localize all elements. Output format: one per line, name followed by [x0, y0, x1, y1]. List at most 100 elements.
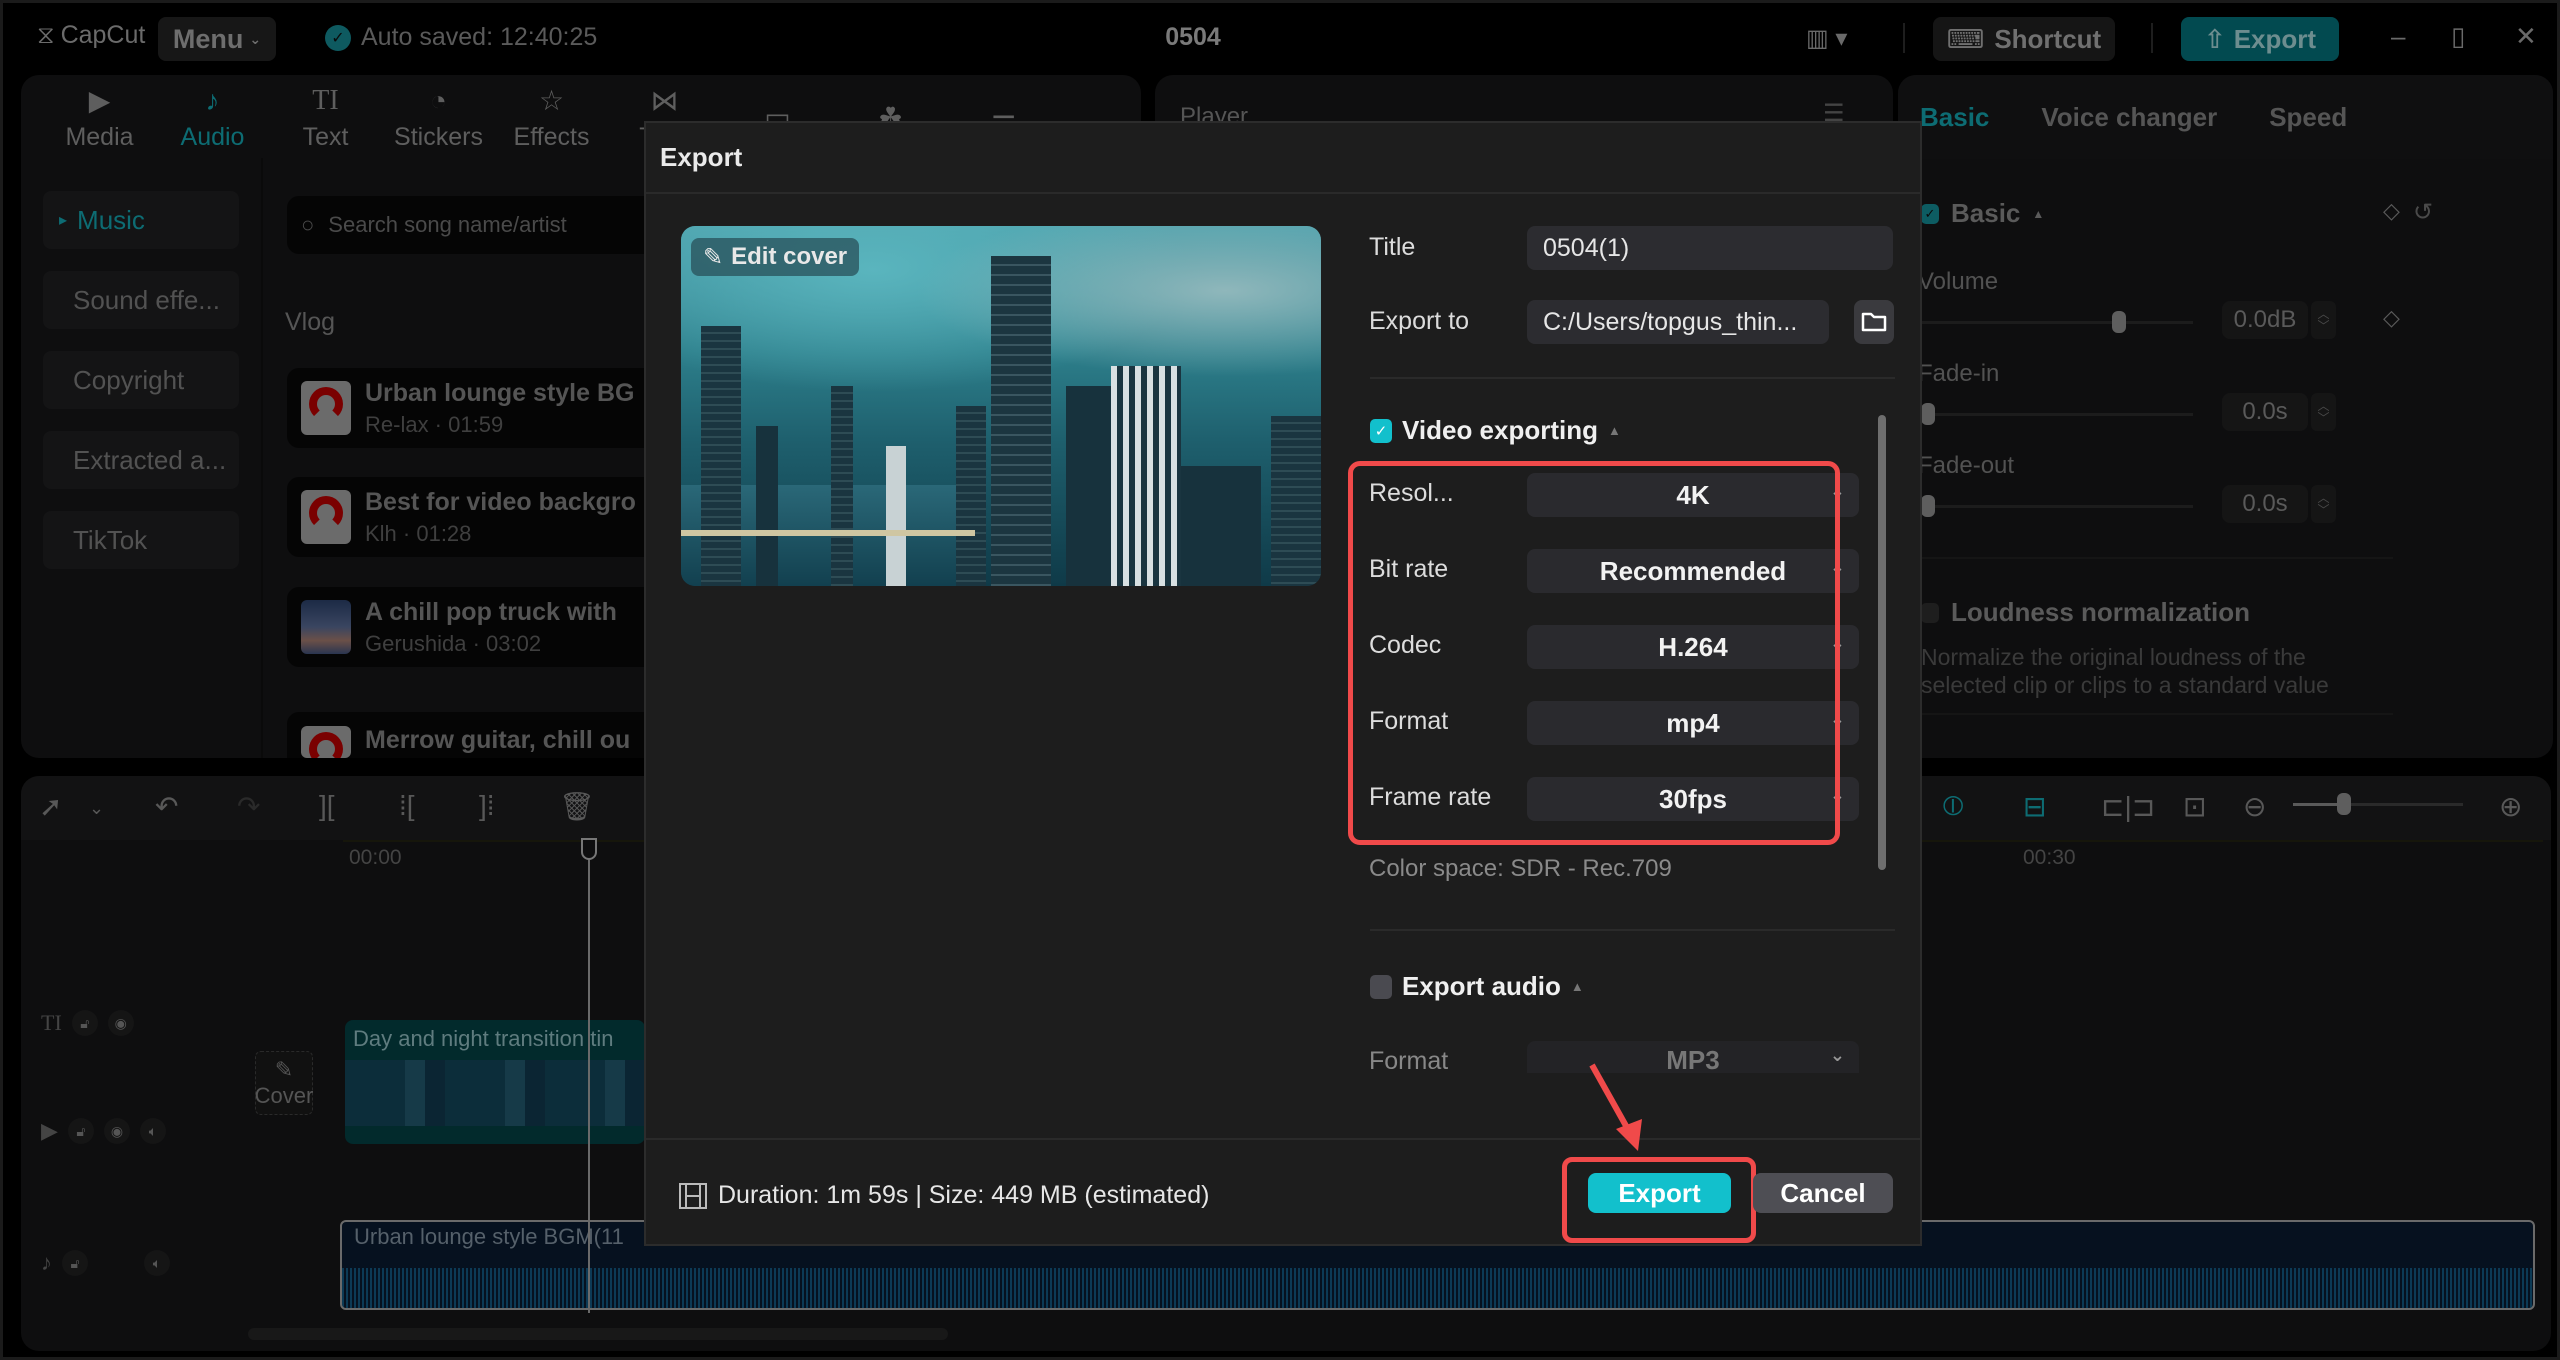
duration-info: Duration: 1m 59s | Size: 449 MB (estimat…: [678, 1181, 1209, 1210]
delete-icon[interactable]: 🗑︎: [559, 790, 595, 823]
video-clip[interactable]: Day and night transition tin: [345, 1020, 645, 1144]
browse-folder-button[interactable]: [1854, 300, 1894, 344]
tab-text[interactable]: TI Text: [269, 75, 382, 161]
fade-out-stepper[interactable]: ︿ ﹀: [2311, 485, 2336, 523]
cancel-button[interactable]: Cancel: [1753, 1173, 1893, 1213]
video-exporting-header[interactable]: ✓ Video exporting ▲: [1370, 415, 1621, 446]
tab-stickers[interactable]: ◔ Stickers: [382, 75, 495, 161]
edit-cover-button[interactable]: ✎ Edit cover: [691, 238, 860, 276]
align-icon[interactable]: ⊏|⊐: [2101, 790, 2155, 823]
chevron-down-icon[interactable]: ⌄: [89, 798, 104, 819]
volume-keyframe-icon[interactable]: ◇: [2383, 305, 2400, 331]
speaker-icon[interactable]: 🔈︎: [139, 1118, 166, 1144]
sidebar-item-extracted-audio[interactable]: Extracted a...: [43, 431, 239, 489]
timeline-zoom-thumb[interactable]: [2337, 793, 2351, 815]
fade-out-value-input[interactable]: 0.0s: [2222, 485, 2308, 523]
sidebar-item-copyright[interactable]: Copyright: [43, 351, 239, 409]
song-title: Merrow guitar, chill ou: [365, 726, 631, 754]
loudness-checkbox[interactable]: [1921, 602, 1939, 623]
duration-text: Duration: 1m 59s | Size: 449 MB (estimat…: [718, 1181, 1210, 1209]
export-audio-checkbox[interactable]: [1370, 974, 1392, 999]
cover-button[interactable]: ✎ Cover: [255, 1051, 313, 1115]
tab-speed[interactable]: Speed: [2269, 102, 2347, 133]
basic-section-header[interactable]: ✓ Basic ▲: [1921, 198, 2044, 229]
lock-icon[interactable]: 🔓︎: [62, 1250, 88, 1276]
layout-icon[interactable]: ▥ ▾: [1806, 24, 1847, 53]
menu-button[interactable]: Menu ⌄: [158, 17, 276, 61]
export-audio-header[interactable]: Export audio ▲: [1370, 971, 1584, 1002]
export-to-label: Export to: [1369, 307, 1470, 335]
sidebar-label: Copyright: [73, 364, 185, 395]
speaker-icon[interactable]: 🔈︎: [144, 1250, 170, 1276]
lock-icon[interactable]: 🔓︎: [71, 1010, 98, 1036]
split-icon[interactable]: ][: [319, 790, 335, 822]
loudness-section-header[interactable]: Loudness normalization: [1921, 597, 2250, 628]
lock-icon[interactable]: 🔓︎: [67, 1118, 94, 1144]
export-path-input[interactable]: C:/Users/topgus_thin...: [1527, 300, 1829, 344]
audio-format-select[interactable]: MP3 ⌄: [1527, 1041, 1859, 1075]
cover-building: [831, 386, 853, 586]
top-export-button[interactable]: ⇧ Export: [2181, 17, 2339, 61]
split-right-icon[interactable]: ]⁞: [479, 790, 495, 822]
export-button[interactable]: Export: [1588, 1173, 1731, 1213]
volume-slider-thumb[interactable]: [2111, 311, 2126, 333]
chevron-down-icon: ⌄: [1829, 1045, 1845, 1065]
select-tool-icon[interactable]: ➚: [39, 790, 62, 823]
fade-out-slider-thumb[interactable]: [1921, 495, 1935, 517]
divider: [1921, 713, 2393, 715]
keyframe-icon[interactable]: ◇: [2383, 198, 2400, 224]
title-input[interactable]: 0504(1): [1527, 226, 1893, 270]
tab-label: Media: [65, 122, 134, 151]
playhead[interactable]: [588, 838, 590, 1313]
ruler-label: 00:00: [349, 846, 402, 869]
tab-effects[interactable]: ☆ Effects: [495, 75, 608, 161]
timeline-scrollbar[interactable]: [248, 1328, 948, 1340]
reset-icon[interactable]: ↺: [2413, 198, 2433, 227]
search-placeholder: Search song name/artist: [328, 212, 567, 237]
fade-in-value-input[interactable]: 0.0s: [2222, 393, 2308, 431]
fade-in-slider-thumb[interactable]: [1921, 403, 1935, 425]
sidebar-item-sound-effects[interactable]: Sound effe...: [43, 271, 239, 329]
eye-icon[interactable]: ◉: [107, 1010, 134, 1036]
preview-axis-icon[interactable]: ⊡: [2183, 790, 2206, 823]
minimize-icon[interactable]: –: [2391, 21, 2405, 52]
zoom-out-icon[interactable]: ⊖: [2243, 790, 2266, 823]
close-icon[interactable]: ✕: [2515, 21, 2537, 52]
tab-voice-changer[interactable]: Voice changer: [2041, 102, 2217, 133]
volume-value-input[interactable]: 0.0dB: [2222, 301, 2308, 339]
split-left-icon[interactable]: ⁞[: [399, 790, 415, 822]
divider: [646, 1138, 1920, 1140]
text-icon: TI: [312, 84, 339, 116]
tab-media[interactable]: ▶︎ Media: [43, 75, 156, 161]
tab-basic[interactable]: Basic: [1920, 102, 1989, 133]
undo-icon[interactable]: ↶: [155, 790, 178, 823]
fade-in-slider[interactable]: [1921, 403, 2193, 425]
link-icon[interactable]: ⊟: [2023, 790, 2046, 823]
auto-snap-icon[interactable]: ⦶: [1943, 790, 1963, 823]
eye-icon[interactable]: ◉: [103, 1118, 130, 1144]
basic-checkbox[interactable]: ✓: [1921, 203, 1939, 224]
loudness-description: Normalize the original loudness of the s…: [1921, 644, 2329, 698]
sidebar-item-music[interactable]: Music: [43, 191, 239, 249]
tab-audio[interactable]: ♪ Audio: [156, 75, 269, 161]
volume-stepper[interactable]: ︿ ﹀: [2311, 301, 2336, 339]
sidebar-item-tiktok[interactable]: TikTok: [43, 511, 239, 569]
sidebar-label: Sound effe...: [73, 284, 220, 315]
maximize-icon[interactable]: ▯: [2451, 21, 2465, 52]
shortcut-button[interactable]: ⌨ Shortcut: [1933, 17, 2115, 61]
loudness-header-label: Loudness normalization: [1951, 597, 2251, 627]
audio-icon: ♪: [205, 84, 220, 116]
stickers-icon: ◔: [430, 84, 447, 116]
volume-slider[interactable]: [1921, 311, 2193, 333]
fade-in-stepper[interactable]: ︿ ﹀: [2311, 393, 2336, 431]
top-export-label: Export: [2233, 23, 2317, 54]
settings-scrollbar[interactable]: [1878, 415, 1886, 870]
playhead-handle[interactable]: [581, 838, 597, 860]
sidebar-label: Extracted a...: [73, 444, 227, 475]
fade-out-slider[interactable]: [1921, 495, 2193, 517]
check-circle-icon: ✓: [325, 24, 351, 51]
video-track-icon: ▶︎: [41, 1118, 58, 1143]
redo-icon[interactable]: ↷: [237, 790, 260, 823]
zoom-in-icon[interactable]: ⊕: [2499, 790, 2522, 823]
video-exporting-checkbox[interactable]: ✓: [1370, 418, 1392, 443]
